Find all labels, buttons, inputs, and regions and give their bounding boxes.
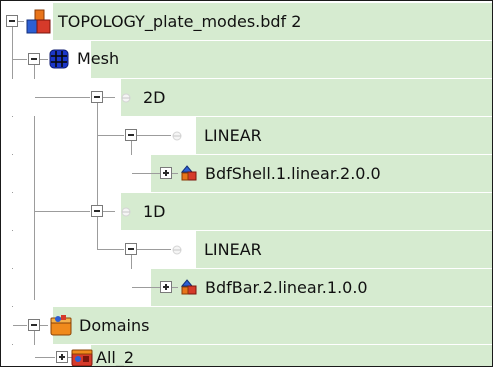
tree-connector xyxy=(35,357,55,358)
model-tree-panel: TOPOLOGY_plate_modes.bdf 2 Mesh 2D LINEA… xyxy=(0,0,493,367)
collapse-toggle-icon[interactable] xyxy=(28,319,40,331)
tree-connector xyxy=(35,211,90,212)
expand-toggle-icon[interactable] xyxy=(160,281,172,293)
dimension-dot-icon xyxy=(167,126,187,146)
collapse-toggle-icon[interactable] xyxy=(91,91,103,103)
tree-row-2d[interactable]: 2D xyxy=(1,79,492,116)
tree-connector xyxy=(172,173,178,174)
collapse-toggle-icon[interactable] xyxy=(6,15,18,27)
tree-connector xyxy=(97,217,98,250)
tree-connector xyxy=(13,59,27,60)
collapse-toggle-icon[interactable] xyxy=(125,129,137,141)
tree-label[interactable]: Domains xyxy=(79,316,149,336)
collapse-toggle-icon[interactable] xyxy=(91,205,103,217)
collapse-toggle-icon[interactable] xyxy=(125,243,137,255)
domains-box-icon xyxy=(49,313,73,337)
tree-row-root[interactable]: TOPOLOGY_plate_modes.bdf 2 xyxy=(1,3,492,40)
dimension-dot-icon xyxy=(116,202,136,222)
tree-label[interactable]: 2D xyxy=(143,88,166,108)
tree-label[interactable]: BdfBar.2.linear.1.0.0 xyxy=(205,278,368,298)
tree-connector xyxy=(97,155,98,192)
tree-connector xyxy=(132,287,160,288)
expand-toggle-icon[interactable] xyxy=(160,167,172,179)
tree-connector xyxy=(103,211,115,212)
row-highlight xyxy=(121,79,492,116)
mesh-grid-icon xyxy=(49,49,69,69)
tree-connector xyxy=(34,117,35,154)
collapse-toggle-icon[interactable] xyxy=(28,53,40,65)
tree-label[interactable]: BdfShell.1.linear.2.0.0 xyxy=(205,164,381,184)
tree-connector xyxy=(40,325,48,326)
tree-connector xyxy=(35,97,90,98)
dimension-dot-icon xyxy=(167,240,187,260)
tree-connector xyxy=(132,173,160,174)
element-shapes-icon xyxy=(179,163,199,183)
tree-connector xyxy=(18,21,24,22)
tree-connector xyxy=(172,287,178,288)
tree-row-1d[interactable]: 1D xyxy=(1,193,492,230)
expand-toggle-icon[interactable] xyxy=(56,351,68,363)
row-highlight xyxy=(91,41,492,78)
tree-connector xyxy=(34,269,35,300)
tree-row-linear-1d[interactable]: LINEAR xyxy=(1,217,492,268)
tree-label[interactable]: LINEAR xyxy=(204,126,262,146)
tree-connector xyxy=(40,59,48,60)
tree-label[interactable]: Mesh xyxy=(77,49,119,69)
element-shapes-icon xyxy=(179,277,199,297)
tree-connector xyxy=(34,155,35,192)
tree-connector xyxy=(137,249,171,250)
tree-label[interactable]: All_2 xyxy=(96,348,134,366)
tree-label[interactable]: 1D xyxy=(143,202,166,222)
tree-connector xyxy=(98,135,124,136)
model-blocks-icon xyxy=(26,9,52,35)
tree-row-linear-2d[interactable]: LINEAR xyxy=(1,117,492,154)
row-blank xyxy=(1,269,151,306)
tree-row-bdfbar[interactable]: BdfBar.2.linear.1.0.0 xyxy=(1,269,492,306)
tree-row-domains[interactable]: Domains xyxy=(1,307,492,344)
tree-row-mesh[interactable]: Mesh xyxy=(1,41,492,78)
tree-label[interactable]: TOPOLOGY_plate_modes.bdf 2 xyxy=(58,12,301,32)
tree-connector xyxy=(137,135,171,136)
tree-connector xyxy=(98,249,124,250)
row-blank xyxy=(1,155,151,192)
tree-row-all2[interactable]: All_2 xyxy=(1,345,492,366)
tree-connector xyxy=(34,231,35,268)
domain-all-icon xyxy=(71,347,93,366)
dimension-dot-icon xyxy=(116,88,136,108)
tree-connector xyxy=(103,97,115,98)
tree-label[interactable]: LINEAR xyxy=(204,240,262,260)
tree-row-bdfshell[interactable]: BdfShell.1.linear.2.0.0 xyxy=(1,155,492,192)
tree-connector xyxy=(13,325,27,326)
row-highlight xyxy=(91,345,492,366)
row-highlight xyxy=(121,193,492,230)
